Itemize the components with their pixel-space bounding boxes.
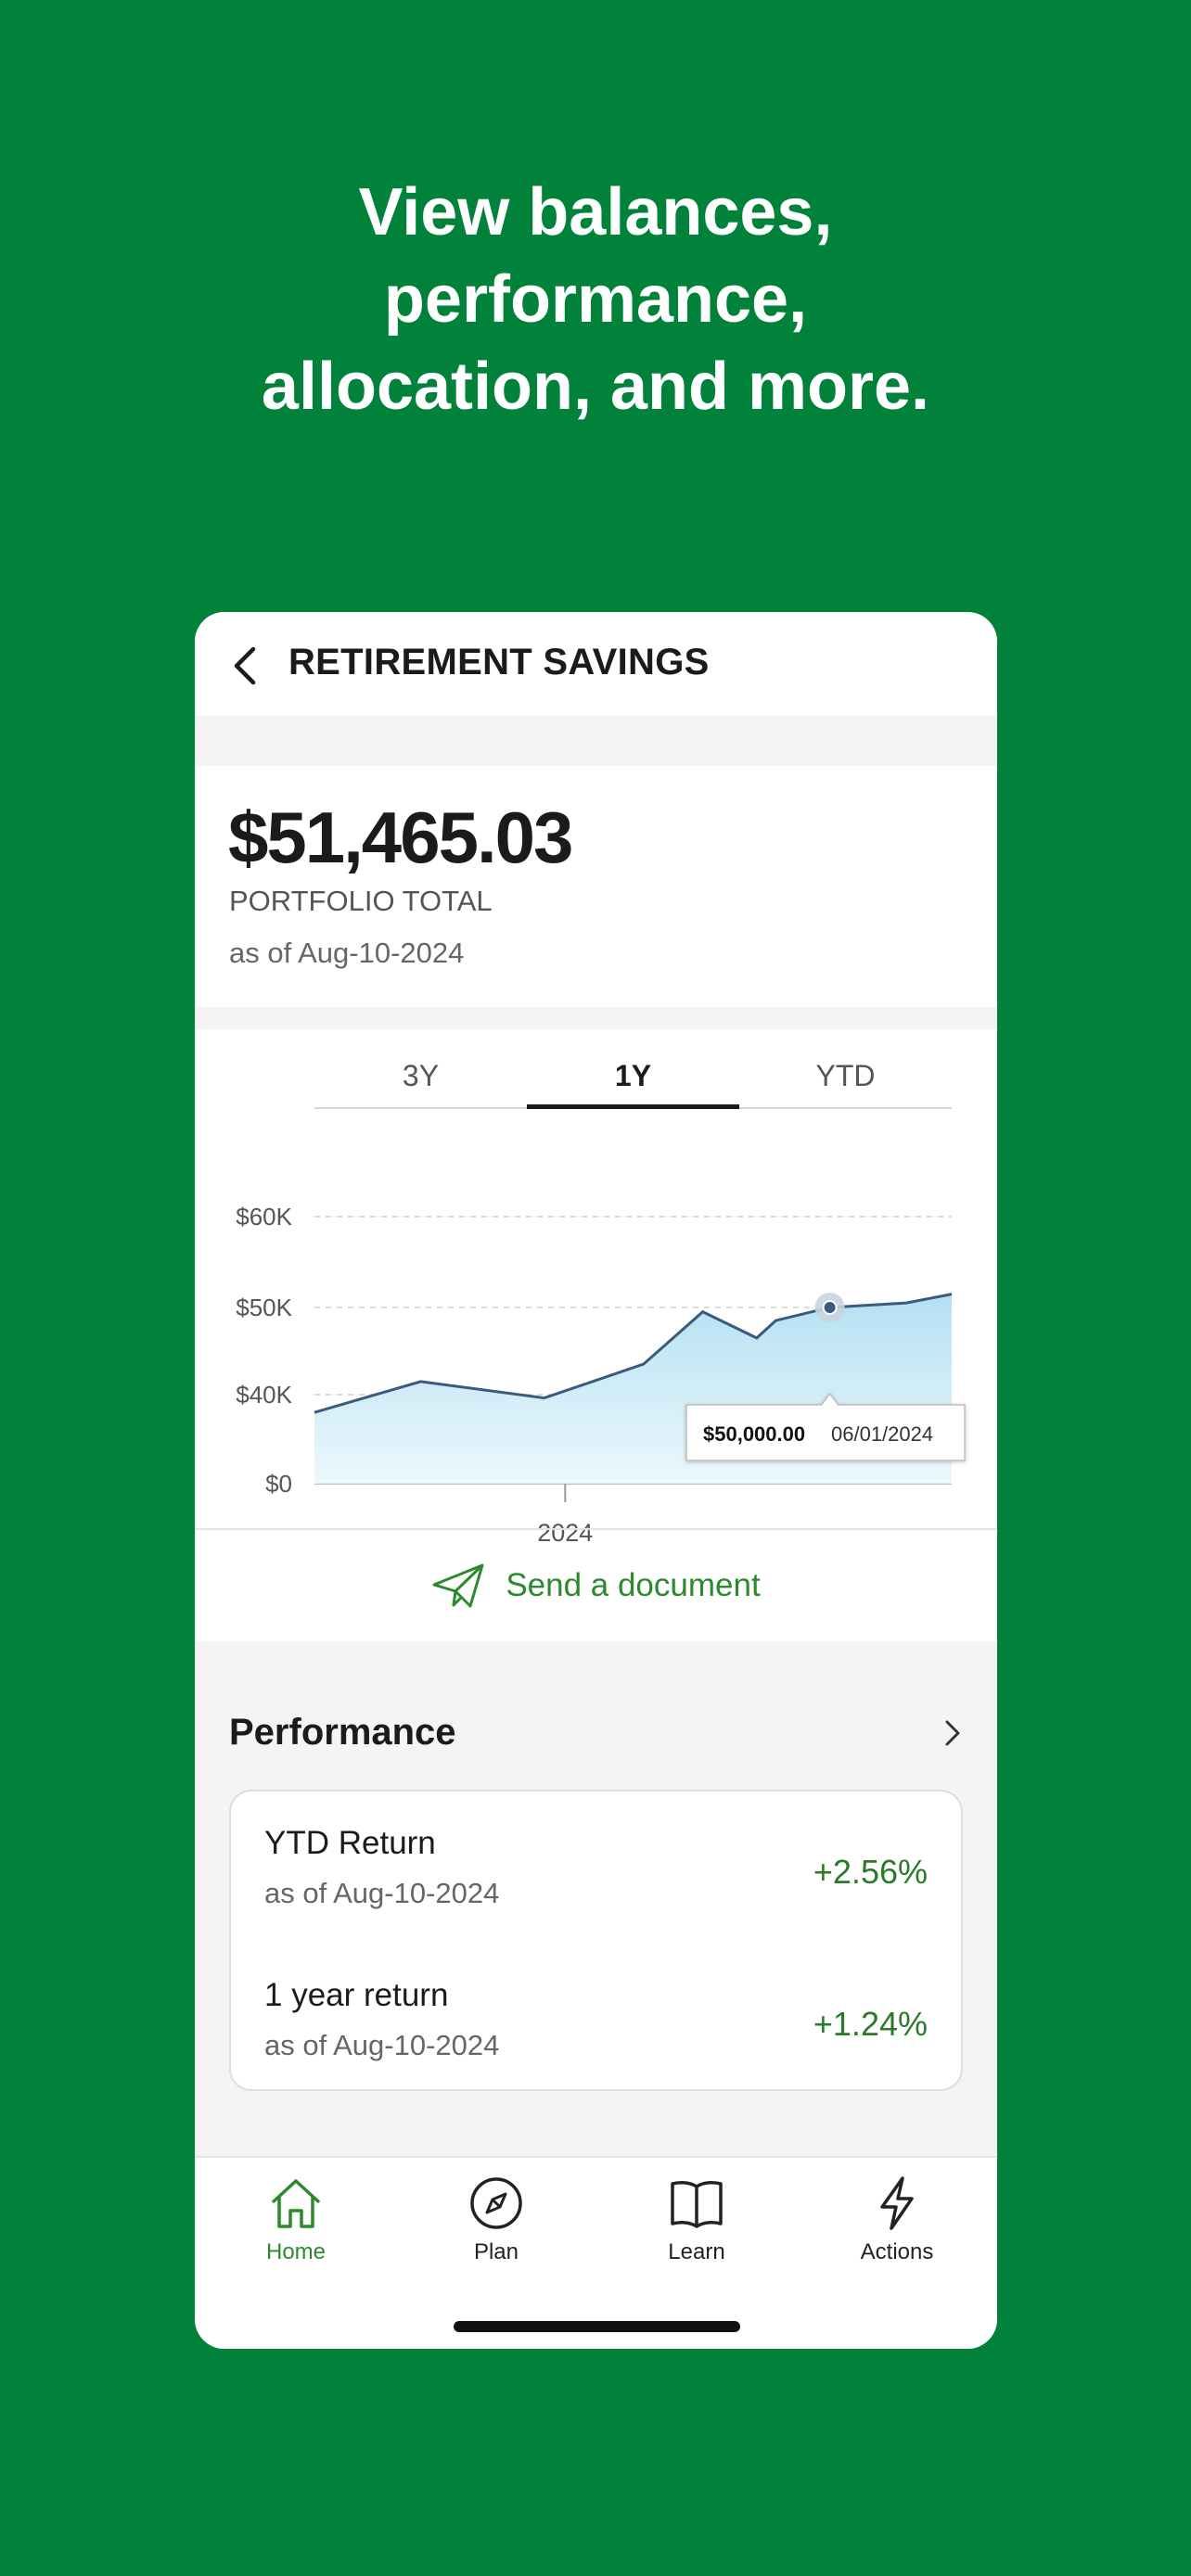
promo-headline: View balances, performance, allocation, … xyxy=(0,169,1191,430)
performance-row-value: +2.56% xyxy=(813,1853,928,1891)
portfolio-as-of-date: as of Aug-10-2024 xyxy=(229,937,465,969)
performance-row-title: YTD Return xyxy=(264,1825,436,1861)
section-gap xyxy=(195,1007,997,1029)
chart-tooltip-date: 06/01/2024 xyxy=(831,1422,933,1446)
tab-1y[interactable]: 1Y xyxy=(527,1048,739,1109)
top-bar: RETIREMENT SAVINGS xyxy=(195,612,997,716)
performance-row-1y: 1 year return as of Aug-10-2024 +1.24% xyxy=(264,1977,928,2088)
performance-row-title: 1 year return xyxy=(264,1977,449,2013)
portfolio-total-amount: $51,465.03 xyxy=(228,797,573,878)
chevron-right-icon xyxy=(945,1720,960,1746)
nav-home-label: Home xyxy=(265,2239,327,2264)
bottom-nav: Home Plan Learn Actions xyxy=(195,2156,997,2349)
performance-row-date: as of Aug-10-2024 xyxy=(264,2029,500,2061)
chevron-left-icon xyxy=(234,646,256,685)
nav-plan-label: Plan xyxy=(473,2239,519,2264)
book-icon xyxy=(671,2181,723,2228)
paper-plane-icon xyxy=(432,1563,484,1608)
nav-plan[interactable]: Plan xyxy=(422,2173,570,2265)
compass-icon xyxy=(470,2177,522,2229)
portfolio-summary: $51,465.03 PORTFOLIO TOTAL as of Aug-10-… xyxy=(195,766,997,1007)
tab-3y[interactable]: 3Y xyxy=(314,1048,527,1107)
home-icon xyxy=(272,2179,320,2228)
headline-line-1: View balances, xyxy=(358,175,833,249)
performance-row-value: +1.24% xyxy=(813,2005,928,2043)
phone-screen: RETIREMENT SAVINGS $51,465.03 PORTFOLIO … xyxy=(195,612,997,2349)
section-gap xyxy=(195,716,997,766)
chart-y-tick-label: $0 xyxy=(265,1470,292,1498)
portfolio-total-label: PORTFOLIO TOTAL xyxy=(229,885,493,917)
lightning-icon xyxy=(880,2176,914,2230)
chart-y-tick-label: $60K xyxy=(236,1203,292,1231)
back-button[interactable] xyxy=(219,640,271,692)
chart-y-tick-label: $40K xyxy=(236,1381,292,1409)
nav-actions-label: Actions xyxy=(860,2239,934,2264)
nav-actions[interactable]: Actions xyxy=(823,2173,971,2265)
chart-tooltip-value: $50,000.00 xyxy=(703,1422,805,1446)
performance-card: YTD Return as of Aug-10-2024 +2.56% 1 ye… xyxy=(229,1790,963,2091)
range-tabs: 3Y 1Y YTD xyxy=(314,1048,952,1109)
chart-y-tick-label: $50K xyxy=(236,1294,292,1321)
performance-row-ytd: YTD Return as of Aug-10-2024 +2.56% xyxy=(264,1825,928,1936)
performance-row-date: as of Aug-10-2024 xyxy=(264,1877,500,1909)
tab-ytd[interactable]: YTD xyxy=(739,1048,952,1107)
page-title: RETIREMENT SAVINGS xyxy=(288,642,710,682)
home-indicator xyxy=(454,2321,740,2332)
performance-header[interactable]: Performance xyxy=(229,1712,963,1767)
nav-learn-label: Learn xyxy=(668,2239,725,2264)
headline-line-2: performance, xyxy=(383,262,808,337)
send-document-label: Send a document xyxy=(506,1567,761,1603)
performance-title: Performance xyxy=(229,1712,456,1753)
nav-home[interactable]: Home xyxy=(222,2173,370,2265)
headline-line-3: allocation, and more. xyxy=(261,350,930,424)
chart-selected-point xyxy=(822,1300,838,1315)
send-document-button[interactable]: Send a document xyxy=(195,1530,997,1641)
performance-section: Performance YTD Return as of Aug-10-2024… xyxy=(195,1641,997,2156)
nav-learn[interactable]: Learn xyxy=(622,2173,771,2265)
